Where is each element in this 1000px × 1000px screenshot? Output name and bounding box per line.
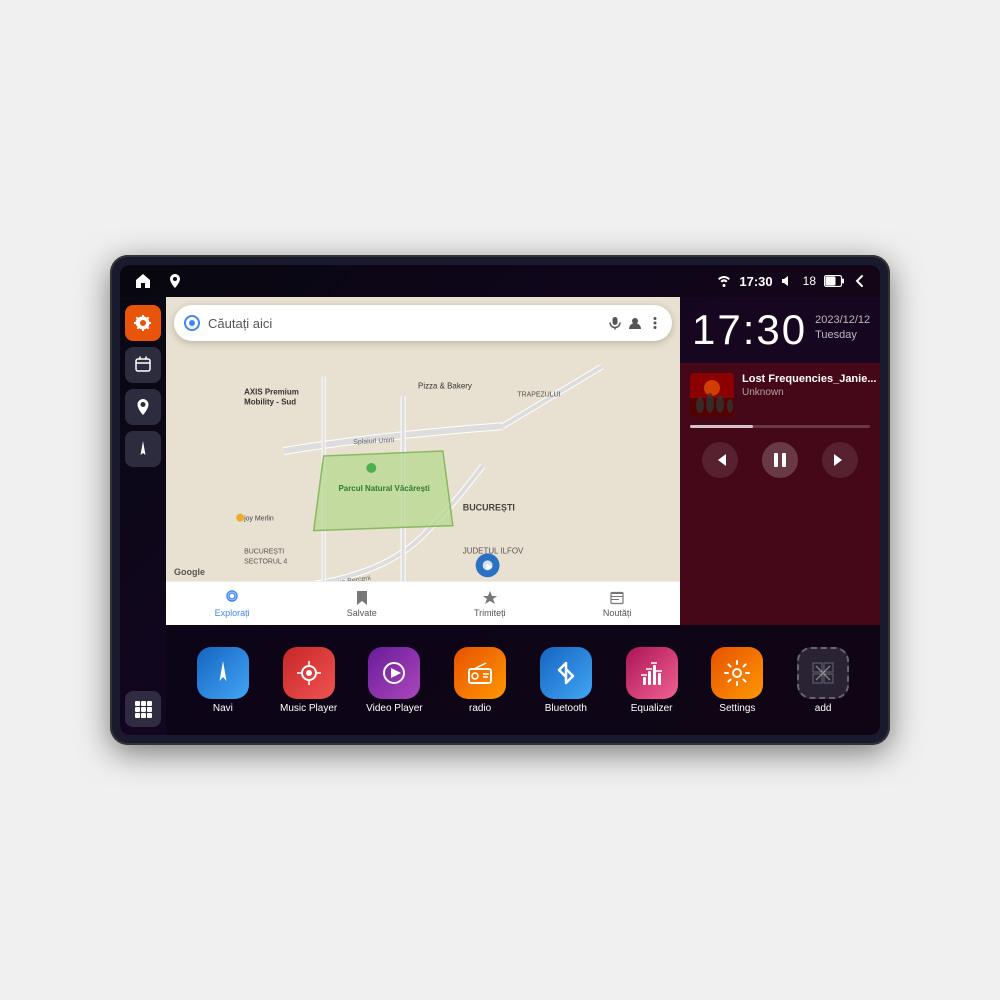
svg-text:SECTORUL 4: SECTORUL 4 bbox=[244, 558, 287, 565]
battery-icon bbox=[824, 275, 844, 287]
google-logo: Google bbox=[174, 567, 205, 577]
add-label: add bbox=[815, 703, 832, 714]
map-tab-contribute[interactable]: Trimiteți bbox=[474, 590, 506, 618]
google-maps-logo bbox=[184, 315, 200, 331]
settings-dots-icon[interactable] bbox=[648, 316, 662, 330]
music-track-info: Lost Frequencies_Janie... Unknown bbox=[742, 373, 877, 398]
music-section: Lost Frequencies_Janie... Unknown bbox=[680, 363, 880, 625]
map-search-icons bbox=[608, 316, 662, 330]
svg-text:BUCUREȘTI: BUCUREȘTI bbox=[244, 548, 284, 555]
microphone-icon[interactable] bbox=[608, 316, 622, 330]
svg-text:joy Merlin: joy Merlin bbox=[243, 516, 274, 523]
app-video-player[interactable]: Video Player bbox=[354, 647, 436, 714]
account-icon[interactable] bbox=[628, 316, 642, 330]
sidebar bbox=[120, 297, 166, 735]
app-radio[interactable]: radio bbox=[439, 647, 521, 714]
news-tab-label: Noutăți bbox=[603, 608, 632, 618]
equalizer-label: Equalizer bbox=[631, 703, 673, 714]
sidebar-navigation-button[interactable] bbox=[125, 431, 161, 467]
status-right-icons: 17:30 18 bbox=[717, 273, 868, 289]
bluetooth-label: Bluetooth bbox=[545, 703, 587, 714]
maps-icon[interactable] bbox=[164, 270, 186, 292]
map-bottom-bar: Explorați Salvate bbox=[166, 581, 680, 625]
svg-text:BUCUREȘTI: BUCUREȘTI bbox=[463, 503, 515, 513]
right-panel: 17:30 2023/12/12 Tuesday bbox=[680, 297, 880, 625]
settings-label: Settings bbox=[719, 703, 755, 714]
track-name: Lost Frequencies_Janie... bbox=[742, 373, 877, 385]
music-player-label: Music Player bbox=[280, 703, 337, 714]
svg-text:Mobility - Sud: Mobility - Sud bbox=[244, 397, 296, 406]
map-tab-saved[interactable]: Salvate bbox=[347, 590, 377, 618]
sidebar-apps-button[interactable] bbox=[125, 691, 161, 727]
app-equalizer[interactable]: Equalizer bbox=[611, 647, 693, 714]
navi-label: Navi bbox=[213, 703, 233, 714]
map-svg: AXIS Premium Mobility - Sud Pizza & Bake… bbox=[166, 297, 680, 625]
app-add[interactable]: add bbox=[782, 647, 864, 714]
status-bar: 17:30 18 bbox=[120, 265, 880, 297]
saved-tab-label: Salvate bbox=[347, 608, 377, 618]
clock-time: 17:30 bbox=[692, 309, 807, 351]
app-navi[interactable]: Navi bbox=[182, 647, 264, 714]
device: 17:30 18 bbox=[110, 255, 890, 745]
navi-icon-box bbox=[197, 647, 249, 699]
back-icon[interactable] bbox=[852, 273, 868, 289]
music-controls bbox=[690, 438, 870, 482]
track-artist: Unknown bbox=[742, 387, 877, 398]
music-info-row: Lost Frequencies_Janie... Unknown bbox=[690, 373, 870, 417]
music-player-icon-box bbox=[283, 647, 335, 699]
svg-text:Pizza & Bakery: Pizza & Bakery bbox=[418, 381, 472, 390]
video-player-label: Video Player bbox=[366, 703, 423, 714]
radio-label: radio bbox=[469, 703, 491, 714]
add-icon-box bbox=[797, 647, 849, 699]
bluetooth-icon-box bbox=[540, 647, 592, 699]
equalizer-icon-box bbox=[626, 647, 678, 699]
music-progress-bar[interactable] bbox=[690, 425, 870, 428]
map-tab-explore[interactable]: Explorați bbox=[215, 590, 250, 618]
svg-text:AXIS Premium: AXIS Premium bbox=[244, 387, 299, 396]
contribute-tab-label: Trimiteți bbox=[474, 608, 506, 618]
app-bluetooth[interactable]: Bluetooth bbox=[525, 647, 607, 714]
svg-text:TRAPEZULUI: TRAPEZULUI bbox=[517, 391, 560, 398]
app-settings[interactable]: Settings bbox=[697, 647, 779, 714]
sidebar-maps-button[interactable] bbox=[125, 389, 161, 425]
map-search-text: Căutați aici bbox=[208, 316, 600, 331]
next-button[interactable] bbox=[822, 442, 858, 478]
sidebar-files-button[interactable] bbox=[125, 347, 161, 383]
album-art bbox=[690, 373, 734, 417]
home-icon[interactable] bbox=[132, 270, 154, 292]
sidebar-settings-button[interactable] bbox=[125, 305, 161, 341]
status-time: 17:30 bbox=[739, 274, 772, 289]
svg-text:Parcul Natural Văcărești: Parcul Natural Văcărești bbox=[339, 484, 430, 493]
status-left-icons bbox=[132, 270, 186, 292]
explore-tab-label: Explorați bbox=[215, 608, 250, 618]
settings-icon-box bbox=[711, 647, 763, 699]
volume-icon bbox=[781, 274, 795, 288]
map-container[interactable]: AXIS Premium Mobility - Sud Pizza & Bake… bbox=[166, 297, 680, 625]
music-progress-fill bbox=[690, 425, 753, 428]
app-grid-row: Navi Music Player bbox=[166, 625, 880, 735]
svg-text:JUDEȚUL ILFOV: JUDEȚUL ILFOV bbox=[463, 546, 524, 555]
clock-section: 17:30 2023/12/12 Tuesday bbox=[680, 297, 880, 363]
main-content: AXIS Premium Mobility - Sud Pizza & Bake… bbox=[120, 297, 880, 735]
pause-button[interactable] bbox=[762, 442, 798, 478]
video-player-icon-box bbox=[368, 647, 420, 699]
device-screen: 17:30 18 bbox=[120, 265, 880, 735]
prev-button[interactable] bbox=[702, 442, 738, 478]
app-music-player[interactable]: Music Player bbox=[268, 647, 350, 714]
wifi-icon bbox=[717, 274, 731, 288]
clock-date: 2023/12/12 Tuesday bbox=[815, 309, 870, 344]
map-search-bar[interactable]: Căutați aici bbox=[174, 305, 672, 341]
map-tab-news[interactable]: Noutăți bbox=[603, 590, 632, 618]
radio-icon-box bbox=[454, 647, 506, 699]
top-row: AXIS Premium Mobility - Sud Pizza & Bake… bbox=[166, 297, 880, 625]
battery-level-text: 18 bbox=[803, 274, 816, 288]
map-background: AXIS Premium Mobility - Sud Pizza & Bake… bbox=[166, 297, 680, 625]
center-content: AXIS Premium Mobility - Sud Pizza & Bake… bbox=[166, 297, 880, 735]
